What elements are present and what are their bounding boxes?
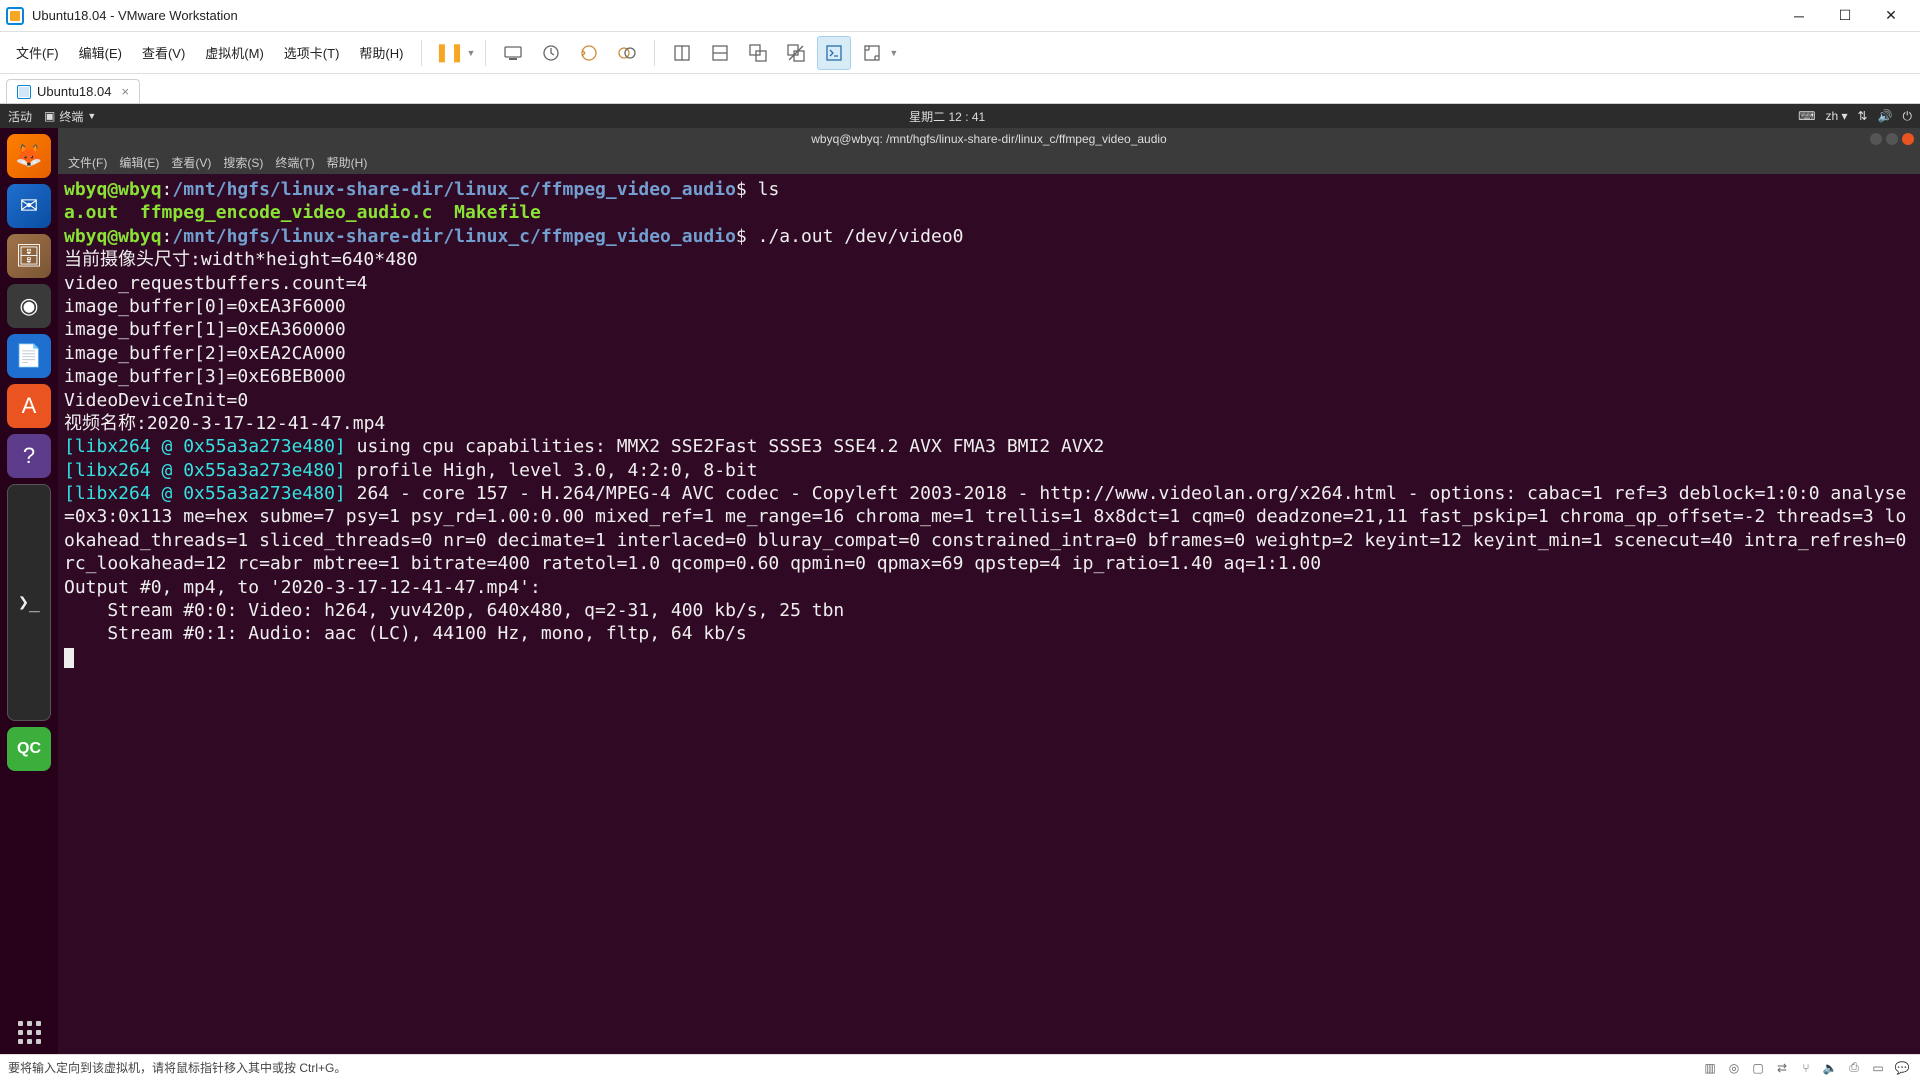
vm-tab-label: Ubuntu18.04 <box>37 84 111 99</box>
exit-unity-button[interactable] <box>779 36 813 70</box>
power-indicator-icon[interactable]: ⏻ <box>1903 109 1913 124</box>
launcher-qtcreator-icon[interactable]: QC <box>7 727 51 771</box>
launcher-thunderbird-icon[interactable]: ✉ <box>7 184 51 228</box>
snapshot-manager-button[interactable] <box>610 36 644 70</box>
topbar-clock[interactable]: 星期二 12 : 41 <box>108 108 1786 125</box>
terminal-cursor <box>64 648 74 668</box>
vmware-titlebar: Ubuntu18.04 - VMware Workstation ─ ☐ ✕ <box>0 0 1920 32</box>
send-ctrl-alt-del-button[interactable] <box>496 36 530 70</box>
terminal-menubar: 文件(F) 编辑(E) 查看(V) 搜索(S) 终端(T) 帮助(H) <box>58 150 1920 174</box>
revert-snapshot-button[interactable] <box>572 36 606 70</box>
terminal-output[interactable]: wbyq@wbyq:/mnt/hgfs/linux-share-dir/linu… <box>58 174 1920 1054</box>
menu-vm[interactable]: 虚拟机(M) <box>197 39 272 66</box>
vmware-menubar: 文件(F) 编辑(E) 查看(V) 虚拟机(M) 选项卡(T) 帮助(H) ❚❚… <box>0 32 1920 74</box>
launcher-disk-icon[interactable]: ◉ <box>7 284 51 328</box>
term-close-icon[interactable] <box>1902 133 1914 145</box>
vmware-statusbar: 要将输入定向到该虚拟机，请将鼠标指针移入其中或按 Ctrl+G。 ▥ ◎ ▢ ⇄… <box>0 1054 1920 1080</box>
fullscreen-button[interactable] <box>855 36 889 70</box>
term-menu-file[interactable]: 文件(F) <box>68 154 107 171</box>
fit-guest-button[interactable] <box>665 36 699 70</box>
status-network-icon[interactable]: ⇄ <box>1772 1058 1792 1078</box>
status-printer-icon[interactable]: ⎙ <box>1844 1058 1864 1078</box>
status-floppy-icon[interactable]: ▢ <box>1748 1058 1768 1078</box>
ubuntu-launcher: 🦊 ✉ 🗄 ◉ 📄 A ? ❯_ QC <box>0 128 58 1054</box>
ubuntu-top-bar: 活动 ▣ 终端 ▼ 星期二 12 : 41 ⌨ zh ▾ ⇅ 🔊 ⏻ <box>0 104 1920 128</box>
vm-tab-icon <box>17 85 31 99</box>
guest-display[interactable]: 活动 ▣ 终端 ▼ 星期二 12 : 41 ⌨ zh ▾ ⇅ 🔊 ⏻ 🦊 ✉ 🗄… <box>0 104 1920 1054</box>
term-menu-view[interactable]: 查看(V) <box>171 154 211 171</box>
status-messages-icon[interactable]: 💬 <box>1892 1058 1912 1078</box>
term-minimize-icon[interactable] <box>1870 133 1882 145</box>
status-sound-icon[interactable]: 🔈 <box>1820 1058 1840 1078</box>
term-menu-edit[interactable]: 编辑(E) <box>119 154 159 171</box>
minimize-button[interactable]: ─ <box>1776 0 1822 32</box>
volume-indicator-icon[interactable]: 🔊 <box>1878 109 1893 123</box>
pause-dropdown-icon[interactable]: ▼ <box>466 48 475 58</box>
terminal-window-titlebar[interactable]: wbyq@wbyq: /mnt/hgfs/linux-share-dir/lin… <box>58 128 1920 150</box>
launcher-software-icon[interactable]: A <box>7 384 51 428</box>
console-view-button[interactable] <box>817 36 851 70</box>
close-button[interactable]: ✕ <box>1868 0 1914 32</box>
launcher-firefox-icon[interactable]: 🦊 <box>7 134 51 178</box>
fullscreen-dropdown-icon[interactable]: ▼ <box>889 48 898 58</box>
vm-tab-close-icon[interactable]: × <box>121 84 129 99</box>
vm-tab-ubuntu[interactable]: Ubuntu18.04 × <box>6 79 140 103</box>
term-maximize-icon[interactable] <box>1886 133 1898 145</box>
network-indicator-icon[interactable]: ⇅ <box>1857 109 1867 123</box>
menu-help[interactable]: 帮助(H) <box>351 39 411 66</box>
fit-window-button[interactable] <box>703 36 737 70</box>
menu-tabs[interactable]: 选项卡(T) <box>276 39 348 66</box>
launcher-writer-icon[interactable]: 📄 <box>7 334 51 378</box>
launcher-help-icon[interactable]: ? <box>7 434 51 478</box>
keyboard-indicator-icon[interactable]: ⌨ <box>1798 109 1815 123</box>
unity-button[interactable] <box>741 36 775 70</box>
menu-file[interactable]: 文件(F) <box>8 39 67 66</box>
vm-tabstrip: Ubuntu18.04 × <box>0 74 1920 104</box>
statusbar-hint: 要将输入定向到该虚拟机，请将鼠标指针移入其中或按 Ctrl+G。 <box>8 1059 346 1076</box>
status-display-icon[interactable]: ▭ <box>1868 1058 1888 1078</box>
term-menu-help[interactable]: 帮助(H) <box>327 154 368 171</box>
term-menu-terminal[interactable]: 终端(T) <box>275 154 314 171</box>
status-cd-icon[interactable]: ◎ <box>1724 1058 1744 1078</box>
maximize-button[interactable]: ☐ <box>1822 0 1868 32</box>
lang-indicator[interactable]: zh ▾ <box>1825 109 1847 123</box>
status-usb-icon[interactable]: ⑂ <box>1796 1058 1816 1078</box>
pause-vm-button[interactable]: ❚❚ <box>432 36 466 70</box>
menu-edit[interactable]: 编辑(E) <box>71 39 130 66</box>
menu-view[interactable]: 查看(V) <box>134 39 193 66</box>
terminal-window-title: wbyq@wbyq: /mnt/hgfs/linux-share-dir/lin… <box>811 132 1166 146</box>
window-title: Ubuntu18.04 - VMware Workstation <box>32 8 238 23</box>
terminal-small-icon: ▣ <box>44 109 55 123</box>
snapshot-button[interactable] <box>534 36 568 70</box>
vmware-logo-icon <box>6 7 24 25</box>
topbar-app-indicator[interactable]: ▣ 终端 ▼ <box>44 108 96 125</box>
activities-button[interactable]: 活动 <box>8 108 32 125</box>
status-hd-icon[interactable]: ▥ <box>1700 1058 1720 1078</box>
launcher-terminal-icon[interactable]: ❯_ <box>7 484 51 721</box>
chevron-down-icon: ▼ <box>87 111 96 121</box>
launcher-files-icon[interactable]: 🗄 <box>7 234 51 278</box>
launcher-apps-icon[interactable] <box>7 1010 51 1054</box>
term-menu-search[interactable]: 搜索(S) <box>223 154 263 171</box>
